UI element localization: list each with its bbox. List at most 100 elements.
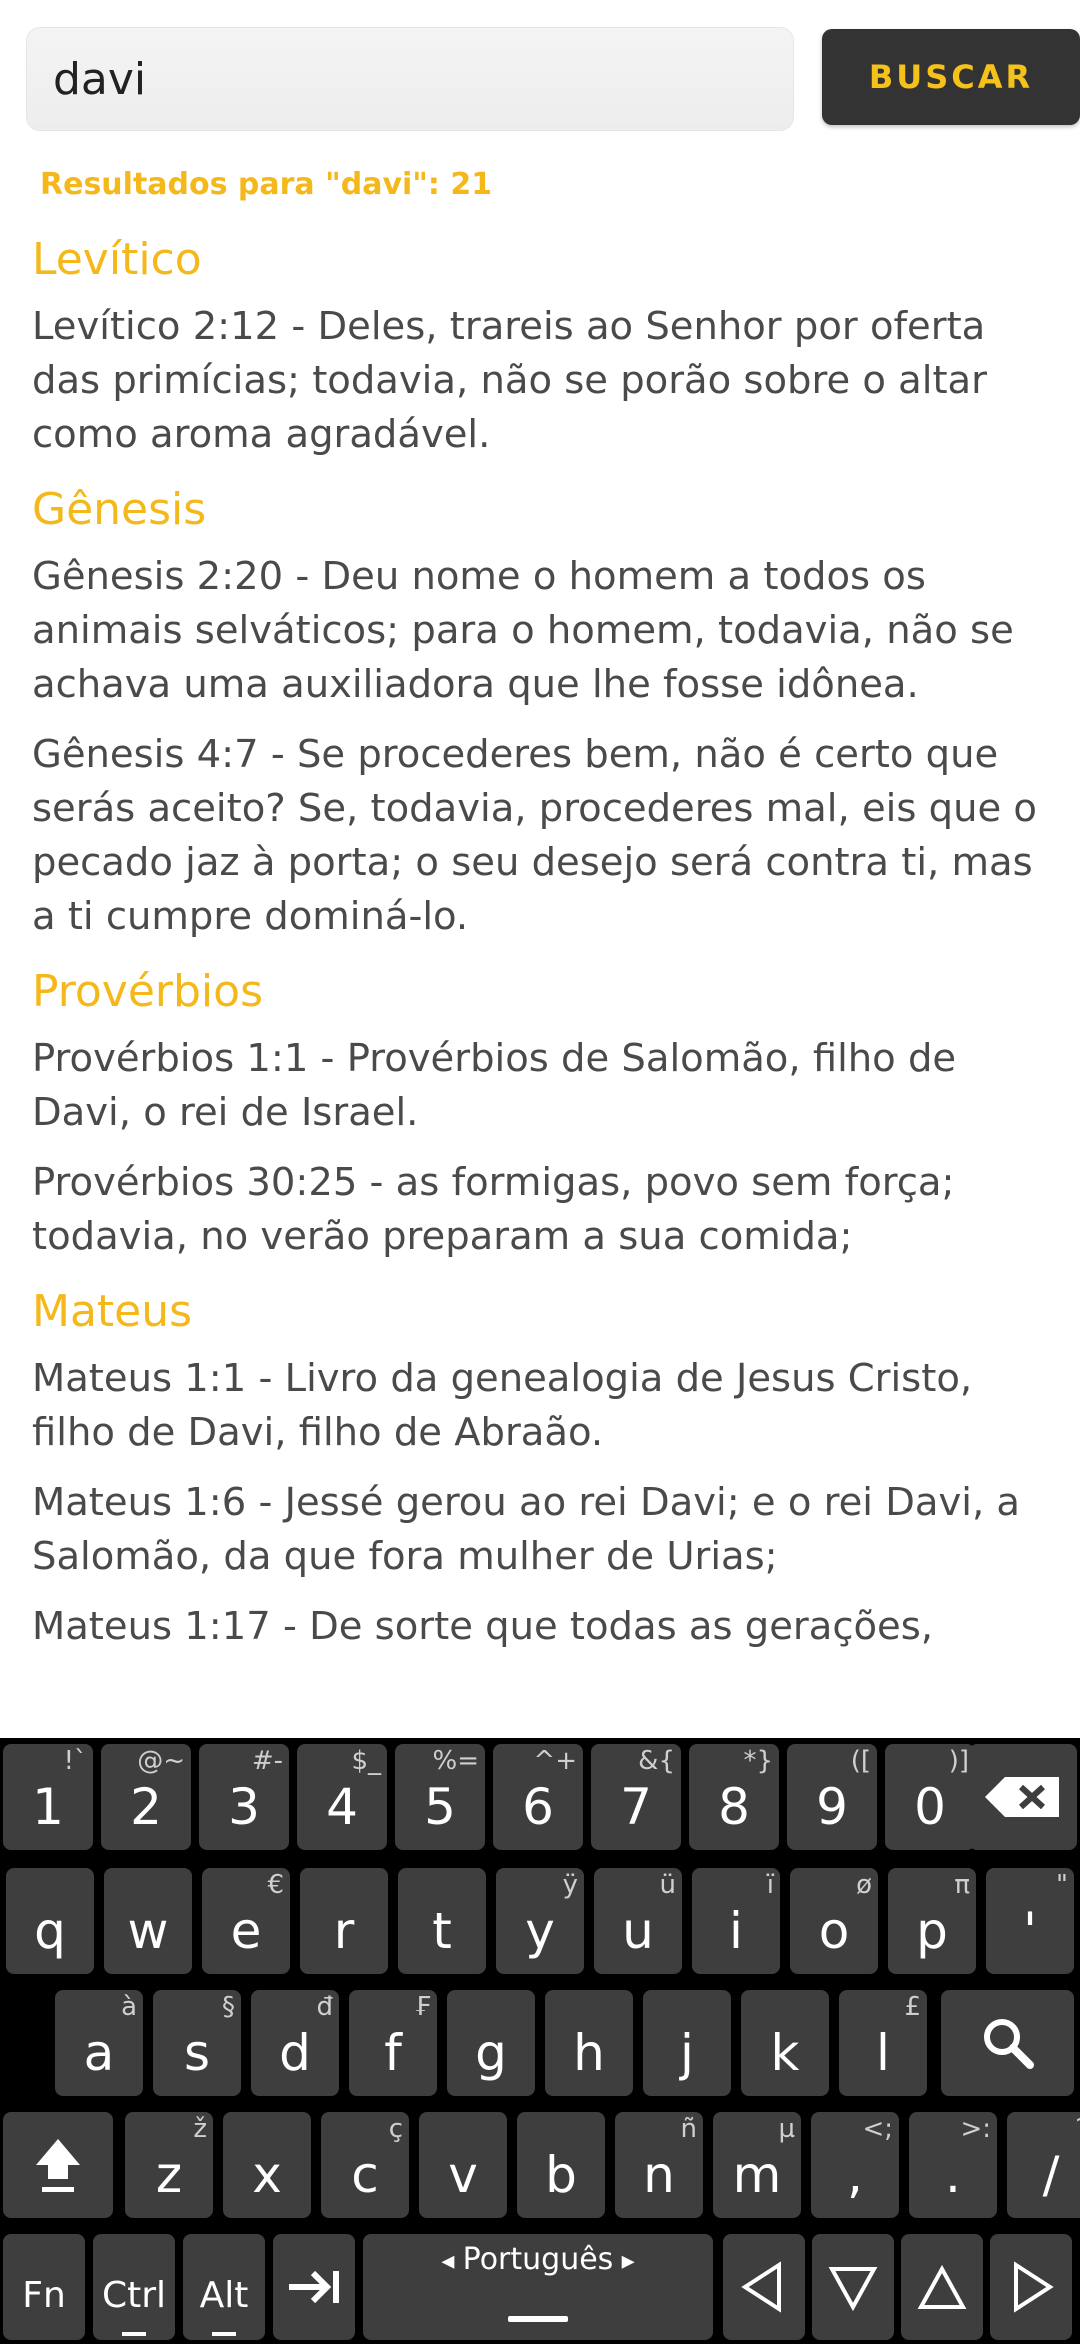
key-r-label: r — [333, 1902, 355, 1960]
arrow-right-key[interactable] — [990, 2234, 1072, 2340]
key-g[interactable]: g — [447, 1990, 535, 2096]
key-y[interactable]: yÿ — [496, 1868, 584, 1974]
key-apostrophe[interactable]: ' " — [986, 1868, 1074, 1974]
verse-item[interactable]: Levítico 2:12 - Deles, trareis ao Senhor… — [32, 300, 1052, 462]
verse-item[interactable]: Provérbios 30:25 - as formigas, povo sem… — [32, 1156, 1052, 1264]
key-c[interactable]: cç — [321, 2112, 409, 2218]
key-f-alt-label: ₣ — [414, 1992, 431, 2022]
key-t-label: t — [432, 1902, 452, 1960]
key-m-label: m — [732, 2146, 782, 2204]
key-k[interactable]: k — [741, 1990, 829, 2096]
space-bar-icon — [508, 2316, 568, 2322]
key-e[interactable]: e € — [202, 1868, 290, 1974]
key-a-label: a — [83, 2024, 115, 2082]
verse-item[interactable]: Provérbios 1:1 - Provérbios de Salomão, … — [32, 1032, 1052, 1140]
key-comma[interactable]: , <; — [811, 2112, 899, 2218]
key-o[interactable]: oø — [790, 1868, 878, 1974]
key-9[interactable]: 9([ — [787, 1744, 877, 1850]
key-i-alt-label: ï — [766, 1870, 774, 1900]
key-apostrophe-alt-label: " — [1056, 1870, 1068, 1900]
key-p-label: p — [916, 1902, 948, 1960]
fn-key[interactable]: Fn — [3, 2234, 85, 2340]
key-7-label: 7 — [620, 1778, 652, 1836]
key-2[interactable]: 2 @~ — [101, 1744, 191, 1850]
key-u-alt-label: ü — [659, 1870, 676, 1900]
key-5[interactable]: 5 %= — [395, 1744, 485, 1850]
key-a[interactable]: aà — [55, 1990, 143, 2096]
verse-item[interactable]: Gênesis 2:20 - Deu nome o homem a todos … — [32, 550, 1052, 712]
key-f-label: f — [384, 2024, 402, 2082]
key-n[interactable]: nñ — [615, 2112, 703, 2218]
book-heading: Provérbios — [32, 966, 263, 1017]
verse-item[interactable]: Mateus 1:6 - Jessé gerou ao rei Davi; e … — [32, 1476, 1052, 1584]
key-t[interactable]: t — [398, 1868, 486, 1974]
key-8[interactable]: 8 *} — [689, 1744, 779, 1850]
key-p[interactable]: pπ — [888, 1868, 976, 1974]
key-4-label: 4 — [326, 1778, 358, 1836]
alt-key[interactable]: Alt — [183, 2234, 265, 2340]
arrow-down-icon — [812, 2234, 894, 2340]
key-o-label: o — [818, 1902, 850, 1960]
arrow-up-key[interactable] — [901, 2234, 983, 2340]
key-4[interactable]: 4 $_ — [297, 1744, 387, 1850]
key-h[interactable]: h — [545, 1990, 633, 2096]
key-period-label: . — [945, 2146, 961, 2204]
results-list: Levítico Levítico 2:12 - Deles, trareis a… — [32, 228, 1052, 1738]
key-5-alt-label: %= — [432, 1746, 480, 1776]
key-d-alt-label: đ — [316, 1992, 333, 2022]
key-slash[interactable]: /? — [1007, 2112, 1080, 2218]
key-q[interactable]: q — [6, 1868, 94, 1974]
key-f[interactable]: f ₣ — [349, 1990, 437, 2096]
key-5-label: 5 — [424, 1778, 456, 1836]
key-b[interactable]: b — [517, 2112, 605, 2218]
verse-item[interactable]: Mateus 1:17 - De sorte que todas as gera… — [32, 1600, 1052, 1654]
shift-key[interactable] — [3, 2112, 113, 2218]
language-prev-icon: ◂ — [441, 2246, 463, 2276]
key-comma-label: , — [847, 2146, 863, 2204]
ctrl-indicator — [121, 2332, 147, 2336]
verse-item[interactable]: Mateus 1:1 - Livro da genealogia de Jesu… — [32, 1352, 1052, 1460]
key-7[interactable]: 7 &{ — [591, 1744, 681, 1850]
key-v[interactable]: v — [419, 2112, 507, 2218]
key-0-label: 0 — [914, 1778, 946, 1836]
key-r[interactable]: r — [300, 1868, 388, 1974]
key-0-alt-label: )] — [948, 1746, 969, 1776]
search-icon — [941, 1990, 1074, 2096]
search-key[interactable] — [941, 1990, 1074, 2096]
results-count: Resultados para "davi": 21 — [40, 167, 493, 202]
key-0[interactable]: 0)] — [885, 1744, 975, 1850]
key-s[interactable]: s § — [153, 1990, 241, 2096]
key-1-label: 1 — [32, 1778, 64, 1836]
key-l[interactable]: l £ — [839, 1990, 927, 2096]
key-x-label: x — [252, 2146, 282, 2204]
key-x[interactable]: x — [223, 2112, 311, 2218]
ctrl-key[interactable]: Ctrl — [93, 2234, 175, 2340]
key-q-label: q — [34, 1902, 66, 1960]
key-y-label: y — [525, 1902, 555, 1960]
key-period-alt-label: >: — [960, 2114, 991, 2144]
key-i[interactable]: iï — [692, 1868, 780, 1974]
key-6[interactable]: 6 ^+ — [493, 1744, 583, 1850]
key-period[interactable]: . >: — [909, 2112, 997, 2218]
key-u[interactable]: uü — [594, 1868, 682, 1974]
search-input[interactable] — [26, 27, 794, 131]
language-name: Português — [462, 2242, 614, 2277]
tab-key[interactable] — [273, 2234, 355, 2340]
key-9-alt-label: ([ — [850, 1746, 871, 1776]
key-1-alt-label: !` — [63, 1746, 87, 1776]
space-key[interactable]: ◂ Português ▸ — [363, 2234, 713, 2340]
key-m[interactable]: mµ — [713, 2112, 801, 2218]
arrow-left-key[interactable] — [723, 2234, 805, 2340]
key-3[interactable]: 3 #- — [199, 1744, 289, 1850]
arrow-down-key[interactable] — [812, 2234, 894, 2340]
search-button[interactable]: BUSCAR — [822, 29, 1080, 125]
key-d[interactable]: dđ — [251, 1990, 339, 2096]
key-n-alt-label: ñ — [680, 2114, 697, 2144]
key-slash-label: / — [1042, 2146, 1060, 2204]
key-w[interactable]: w — [104, 1868, 192, 1974]
key-z[interactable]: zž — [125, 2112, 213, 2218]
key-1[interactable]: 1 !` — [3, 1744, 93, 1850]
key-j[interactable]: j — [643, 1990, 731, 2096]
verse-item[interactable]: Gênesis 4:7 - Se procederes bem, não é c… — [32, 728, 1052, 944]
backspace-key[interactable] — [969, 1744, 1077, 1850]
